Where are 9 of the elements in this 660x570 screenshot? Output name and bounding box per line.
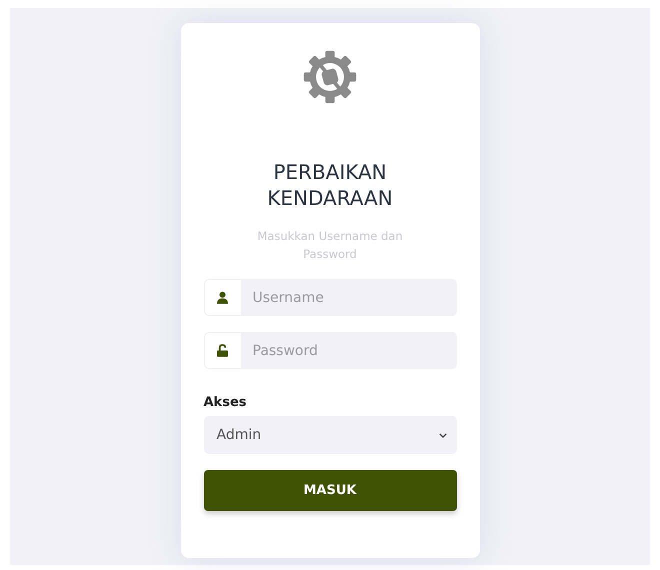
text-field[interactable]: Password <box>240 332 456 369</box>
app-title: PERBAIKAN KENDARAAN <box>266 159 394 211</box>
unlocked-padlock-icon <box>217 344 228 357</box>
login-button[interactable]: MASUK <box>204 470 456 511</box>
access-label: Akses <box>204 395 248 410</box>
access-select[interactable]: Admin <box>204 416 456 454</box>
chevron-down-icon <box>438 432 446 438</box>
text-field[interactable]: Username <box>240 279 456 316</box>
user-icon <box>217 291 228 304</box>
